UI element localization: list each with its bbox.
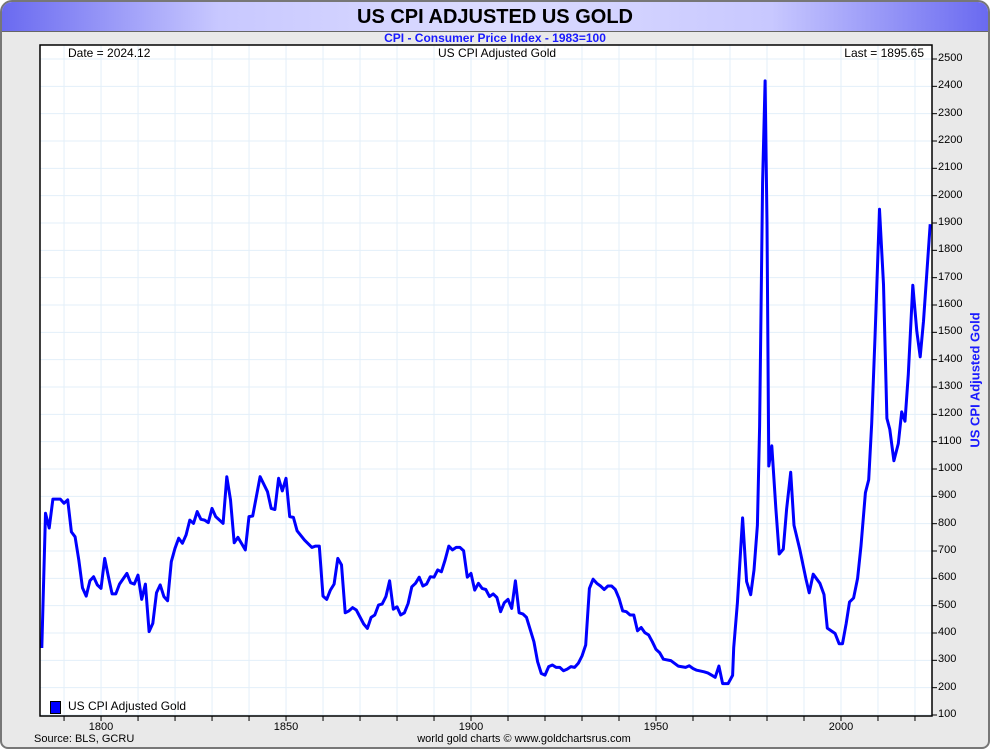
- y-tick-label: 1000: [938, 462, 963, 474]
- y-tick-label: 2200: [938, 134, 963, 146]
- y-tick-label: 1900: [938, 216, 963, 228]
- y-tick-label: 500: [938, 598, 957, 611]
- x-tick-label: 1900: [458, 721, 484, 733]
- y-tick-label: 1500: [938, 325, 963, 338]
- y-tick-label: 1200: [938, 407, 963, 420]
- y-tick-label: 2100: [938, 161, 963, 174]
- y-axis-title: US CPI Adjusted Gold: [967, 312, 983, 448]
- y-tick-label: 1800: [938, 243, 963, 256]
- x-tick-label: 1850: [273, 721, 299, 733]
- date-label: Date = 2024.12: [68, 46, 151, 60]
- source-note: Source: BLS, GCRU: [34, 733, 135, 745]
- y-tick-label: 1700: [938, 270, 963, 283]
- y-tick-label: 1600: [938, 298, 963, 310]
- legend-swatch: [50, 701, 61, 714]
- y-tick-label: 2400: [938, 79, 963, 92]
- last-value-label: Last = 1895.65: [844, 46, 924, 60]
- y-tick-label: 2300: [938, 106, 963, 119]
- y-tick-label: 1100: [938, 434, 962, 447]
- y-tick-label: 2500: [938, 52, 963, 64]
- y-tick-label: 700: [938, 544, 957, 556]
- y-tick-label: 2000: [938, 188, 963, 201]
- legend-label: US CPI Adjusted Gold: [68, 699, 187, 713]
- y-tick-label: 100: [938, 708, 957, 720]
- y-tick-label: 600: [938, 571, 957, 584]
- y-tick-label: 800: [938, 516, 957, 529]
- credit-note: world gold charts © www.goldchartsrus.co…: [417, 733, 631, 745]
- y-tick-label: 900: [938, 489, 957, 502]
- y-tick-label: 200: [938, 680, 957, 693]
- y-tick-label: 1300: [938, 380, 963, 392]
- chart-svg: [39, 44, 937, 721]
- y-tick-label: 300: [938, 653, 957, 666]
- x-tick-label: 1950: [643, 721, 669, 733]
- x-tick-label: 1800: [88, 721, 114, 733]
- plot-area: [40, 45, 932, 716]
- y-tick-label: 1400: [938, 352, 963, 365]
- y-tick-label: 400: [938, 626, 957, 638]
- x-tick-label: 2000: [828, 721, 854, 733]
- series-title: US CPI Adjusted Gold: [437, 46, 557, 60]
